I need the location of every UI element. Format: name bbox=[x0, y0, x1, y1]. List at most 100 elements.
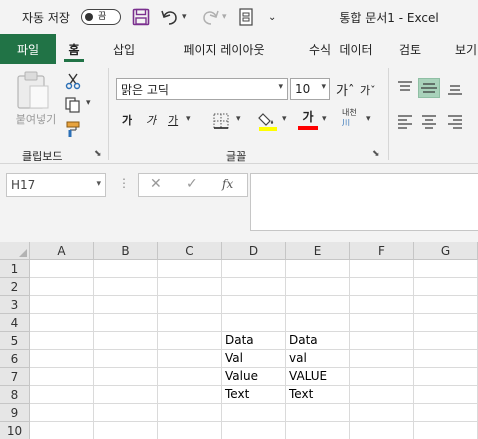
shrink-font-icon[interactable]: 가ˇ bbox=[360, 82, 376, 98]
tab-insert[interactable]: 삽입 bbox=[98, 34, 150, 64]
paste-button[interactable]: 붙여넣기 bbox=[10, 70, 56, 130]
cell-d5[interactable]: Data bbox=[222, 332, 286, 350]
font-size-select[interactable]: 10 ▾ bbox=[290, 78, 330, 100]
fill-color-icon[interactable] bbox=[258, 110, 278, 135]
font-launcher-icon[interactable]: ⬊ bbox=[372, 149, 380, 159]
cell-a1[interactable] bbox=[30, 260, 94, 278]
cell-c8[interactable] bbox=[158, 386, 222, 404]
clipboard-launcher-icon[interactable]: ⬊ bbox=[94, 149, 102, 159]
cell-a2[interactable] bbox=[30, 278, 94, 296]
italic-icon[interactable]: 가 bbox=[146, 112, 156, 128]
cell-f3[interactable] bbox=[350, 296, 414, 314]
row-header-4[interactable]: 4 bbox=[0, 314, 30, 332]
tab-data[interactable]: 데이터 bbox=[330, 34, 382, 64]
format-painter-icon[interactable] bbox=[64, 120, 82, 141]
cell-a9[interactable] bbox=[30, 404, 94, 422]
cancel-icon[interactable]: ✕ bbox=[150, 176, 162, 192]
bold-icon[interactable]: 가 bbox=[122, 112, 132, 128]
customize-toolbar-icon[interactable]: ⌄ bbox=[268, 0, 276, 34]
font-name-select[interactable]: 맑은 고딕 ▾ bbox=[116, 78, 288, 100]
cell-b5[interactable] bbox=[94, 332, 158, 350]
cell-d4[interactable] bbox=[222, 314, 286, 332]
row-header-6[interactable]: 6 bbox=[0, 350, 30, 368]
cell-c2[interactable] bbox=[158, 278, 222, 296]
cell-e7[interactable]: VALUE bbox=[286, 368, 350, 386]
row-header-5[interactable]: 5 bbox=[0, 332, 30, 350]
borders-icon[interactable] bbox=[212, 112, 230, 133]
cell-d1[interactable] bbox=[222, 260, 286, 278]
save-icon[interactable] bbox=[132, 0, 150, 34]
cell-b6[interactable] bbox=[94, 350, 158, 368]
borders-dropdown-icon[interactable]: ▾ bbox=[236, 114, 241, 124]
copy-icon[interactable] bbox=[64, 96, 82, 117]
cell-g6[interactable] bbox=[414, 350, 478, 368]
row-header-1[interactable]: 1 bbox=[0, 260, 30, 278]
new-sheet-icon[interactable] bbox=[238, 0, 254, 34]
cut-icon[interactable] bbox=[64, 72, 82, 93]
cell-d8[interactable]: Text bbox=[222, 386, 286, 404]
select-all-button[interactable] bbox=[0, 242, 30, 260]
cell-f1[interactable] bbox=[350, 260, 414, 278]
cell-b10[interactable] bbox=[94, 422, 158, 439]
cell-e2[interactable] bbox=[286, 278, 350, 296]
cell-f7[interactable] bbox=[350, 368, 414, 386]
cell-d7[interactable]: Value bbox=[222, 368, 286, 386]
cell-g7[interactable] bbox=[414, 368, 478, 386]
font-color-icon[interactable]: 가 bbox=[298, 110, 318, 130]
cell-a4[interactable] bbox=[30, 314, 94, 332]
align-bottom-icon[interactable] bbox=[446, 80, 464, 96]
cell-c1[interactable] bbox=[158, 260, 222, 278]
undo-icon[interactable] bbox=[160, 0, 180, 34]
cell-g5[interactable] bbox=[414, 332, 478, 350]
cell-a10[interactable] bbox=[30, 422, 94, 439]
cell-b9[interactable] bbox=[94, 404, 158, 422]
cell-b3[interactable] bbox=[94, 296, 158, 314]
cell-e5[interactable]: Data bbox=[286, 332, 350, 350]
row-header-8[interactable]: 8 bbox=[0, 386, 30, 404]
tab-file[interactable]: 파일 bbox=[0, 34, 56, 64]
cell-e6[interactable]: val bbox=[286, 350, 350, 368]
name-box[interactable]: H17 ▾ bbox=[6, 173, 106, 197]
cell-e3[interactable] bbox=[286, 296, 350, 314]
column-header-g[interactable]: G bbox=[414, 242, 478, 260]
cell-g10[interactable] bbox=[414, 422, 478, 439]
column-header-d[interactable]: D bbox=[222, 242, 286, 260]
more-options-icon[interactable]: ⋮ bbox=[118, 176, 130, 190]
cell-a5[interactable] bbox=[30, 332, 94, 350]
align-center-icon[interactable] bbox=[420, 114, 438, 130]
cell-g2[interactable] bbox=[414, 278, 478, 296]
cell-d6[interactable]: Val bbox=[222, 350, 286, 368]
align-right-icon[interactable] bbox=[446, 114, 464, 130]
cell-b8[interactable] bbox=[94, 386, 158, 404]
row-header-9[interactable]: 9 bbox=[0, 404, 30, 422]
cell-f6[interactable] bbox=[350, 350, 414, 368]
tab-page-layout[interactable]: 페이지 레이아웃 bbox=[160, 34, 288, 64]
cell-f2[interactable] bbox=[350, 278, 414, 296]
column-header-e[interactable]: E bbox=[286, 242, 350, 260]
row-header-10[interactable]: 10 bbox=[0, 422, 30, 439]
font-color-dropdown-icon[interactable]: ▾ bbox=[322, 114, 327, 124]
cell-c4[interactable] bbox=[158, 314, 222, 332]
cell-d10[interactable] bbox=[222, 422, 286, 439]
row-header-7[interactable]: 7 bbox=[0, 368, 30, 386]
underline-icon[interactable]: 가 bbox=[168, 112, 178, 128]
undo-dropdown-icon[interactable]: ▾ bbox=[182, 0, 187, 34]
column-header-c[interactable]: C bbox=[158, 242, 222, 260]
align-top-icon[interactable] bbox=[396, 80, 414, 96]
cell-e8[interactable]: Text bbox=[286, 386, 350, 404]
cell-f5[interactable] bbox=[350, 332, 414, 350]
cell-c3[interactable] bbox=[158, 296, 222, 314]
cell-a6[interactable] bbox=[30, 350, 94, 368]
cell-g3[interactable] bbox=[414, 296, 478, 314]
cell-b4[interactable] bbox=[94, 314, 158, 332]
phonetic-dropdown-icon[interactable]: ▾ bbox=[366, 114, 371, 124]
cell-a8[interactable] bbox=[30, 386, 94, 404]
fill-color-dropdown-icon[interactable]: ▾ bbox=[282, 114, 287, 124]
column-header-f[interactable]: F bbox=[350, 242, 414, 260]
tab-view[interactable]: 보기 bbox=[446, 34, 478, 64]
align-middle-icon[interactable] bbox=[418, 78, 440, 98]
row-header-2[interactable]: 2 bbox=[0, 278, 30, 296]
enter-icon[interactable]: ✓ bbox=[186, 176, 198, 192]
cell-e1[interactable] bbox=[286, 260, 350, 278]
grow-font-icon[interactable]: 가ˆ bbox=[336, 80, 354, 99]
